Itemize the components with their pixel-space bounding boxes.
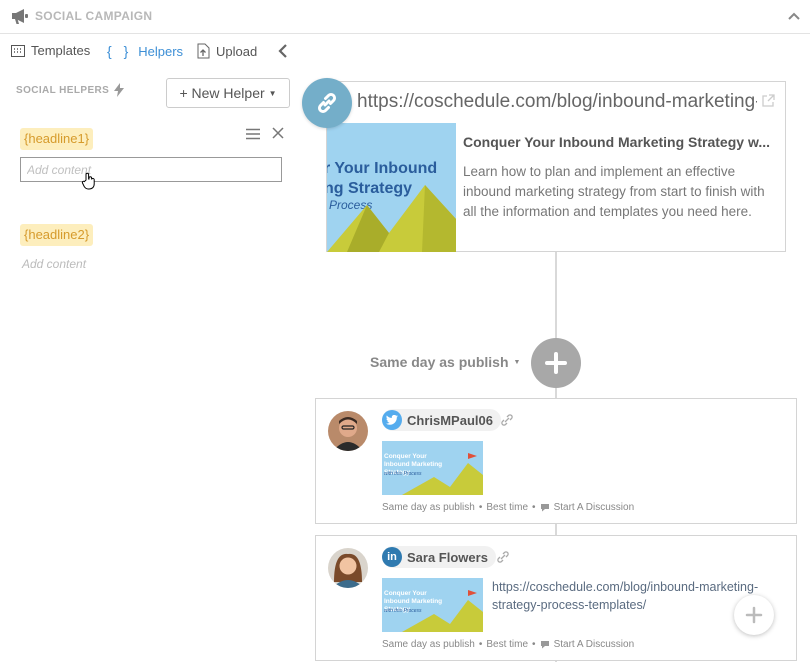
social-message-card[interactable]: in Sara Flowers Conquer Your Inbound Mar… (315, 535, 797, 661)
schedule-label: Same day as publish (370, 354, 509, 370)
link-preview-image: r Your Inbound ng Strategy Process (327, 123, 456, 252)
linkedin-icon: in (382, 547, 402, 567)
link-preview-card[interactable]: https://coschedule.com/blog/inbound-mark… (326, 81, 786, 252)
upload-tab[interactable]: Upload (196, 43, 257, 59)
link-url[interactable]: https://coschedule.com/blog/inbound-mark… (357, 91, 757, 113)
helper-tag-headline1[interactable]: {headline1} (20, 128, 94, 150)
helper-tag-headline2[interactable]: {headline2} (20, 224, 94, 246)
chevron-up-icon[interactable] (784, 6, 804, 26)
avatar (328, 548, 368, 588)
upload-icon (197, 43, 210, 59)
account-pill: in Sara Flowers (382, 546, 496, 568)
meta-when[interactable]: Same day as publish (382, 502, 475, 513)
headline2-content-placeholder[interactable]: Add content (22, 257, 86, 271)
headline1-content-input[interactable] (20, 157, 282, 182)
message-meta: Same day as publish • Best time • Start … (382, 502, 634, 513)
megaphone-icon (12, 9, 28, 24)
post-image[interactable]: Conquer Your Inbound Marketing Strategy … (382, 441, 483, 495)
meta-separator: • (478, 639, 483, 650)
link-icon[interactable] (500, 414, 514, 426)
social-helpers-heading: SOCIAL HELPERS (16, 83, 125, 97)
upload-label: Upload (216, 43, 258, 59)
templates-label: Templates (31, 43, 91, 58)
plus-icon (745, 606, 763, 624)
chat-icon (540, 504, 549, 512)
start-discussion-link[interactable]: Start A Discussion (554, 502, 635, 513)
floating-add-button[interactable] (734, 595, 774, 635)
caret-down-icon: ▼ (513, 358, 521, 366)
mountains-graphic (402, 590, 483, 632)
post-image[interactable]: Conquer Your Inbound Marketing Strategy … (382, 578, 483, 632)
templates-icon (11, 44, 25, 57)
twitter-icon (382, 410, 402, 430)
helpers-label: Helpers (138, 43, 184, 59)
message-meta: Same day as publish • Best time • Start … (382, 639, 634, 650)
start-discussion-link[interactable]: Start A Discussion (554, 639, 635, 650)
mountains-graphic (402, 453, 483, 495)
schedule-dropdown[interactable]: Same day as publish ▼ (370, 354, 520, 370)
social-helpers-label: SOCIAL HELPERS (16, 84, 110, 96)
meta-when[interactable]: Same day as publish (382, 639, 475, 650)
helper-toolbar: Templates { } Helpers Upload (0, 34, 300, 68)
lightning-icon (114, 83, 125, 97)
meta-separator: • (478, 502, 483, 513)
social-message-card[interactable]: ChrisMPaul06 Conquer Your Inbound Market… (315, 398, 797, 524)
link-title: Conquer Your Inbound Marketing Strategy … (463, 134, 770, 150)
external-link-icon[interactable] (761, 94, 775, 108)
panel-title: SOCIAL CAMPAIGN (35, 9, 153, 23)
link-icon[interactable] (496, 551, 510, 563)
meta-separator: • (532, 502, 536, 513)
chat-icon (540, 641, 549, 649)
chevron-left-icon[interactable] (275, 42, 291, 60)
new-helper-label: + New Helper (179, 85, 265, 101)
braces-icon: { } (107, 43, 133, 59)
account-pill: ChrisMPaul06 (382, 409, 501, 431)
meta-time[interactable]: Best time (486, 502, 528, 513)
meta-separator: • (532, 639, 536, 650)
link-url-row: https://coschedule.com/blog/inbound-mark… (327, 82, 785, 122)
link-description: Learn how to plan and implement an effec… (463, 164, 765, 219)
hand-cursor-icon (81, 172, 95, 190)
panel-header: SOCIAL CAMPAIGN (0, 0, 810, 34)
helpers-tab[interactable]: { } Helpers (107, 43, 183, 59)
add-message-button[interactable] (531, 338, 581, 388)
link-icon (302, 78, 352, 128)
new-helper-button[interactable]: + New Helper ▼ (166, 78, 290, 108)
account-name: ChrisMPaul06 (407, 412, 493, 428)
meta-time[interactable]: Best time (486, 639, 528, 650)
plus-icon (545, 352, 567, 374)
close-icon[interactable] (272, 127, 284, 139)
menu-icon[interactable] (246, 128, 260, 140)
mountains-graphic (327, 185, 456, 252)
templates-tab[interactable]: Templates (11, 43, 90, 58)
account-name: Sara Flowers (407, 549, 488, 565)
avatar (328, 411, 368, 451)
caret-down-icon: ▼ (268, 88, 277, 98)
